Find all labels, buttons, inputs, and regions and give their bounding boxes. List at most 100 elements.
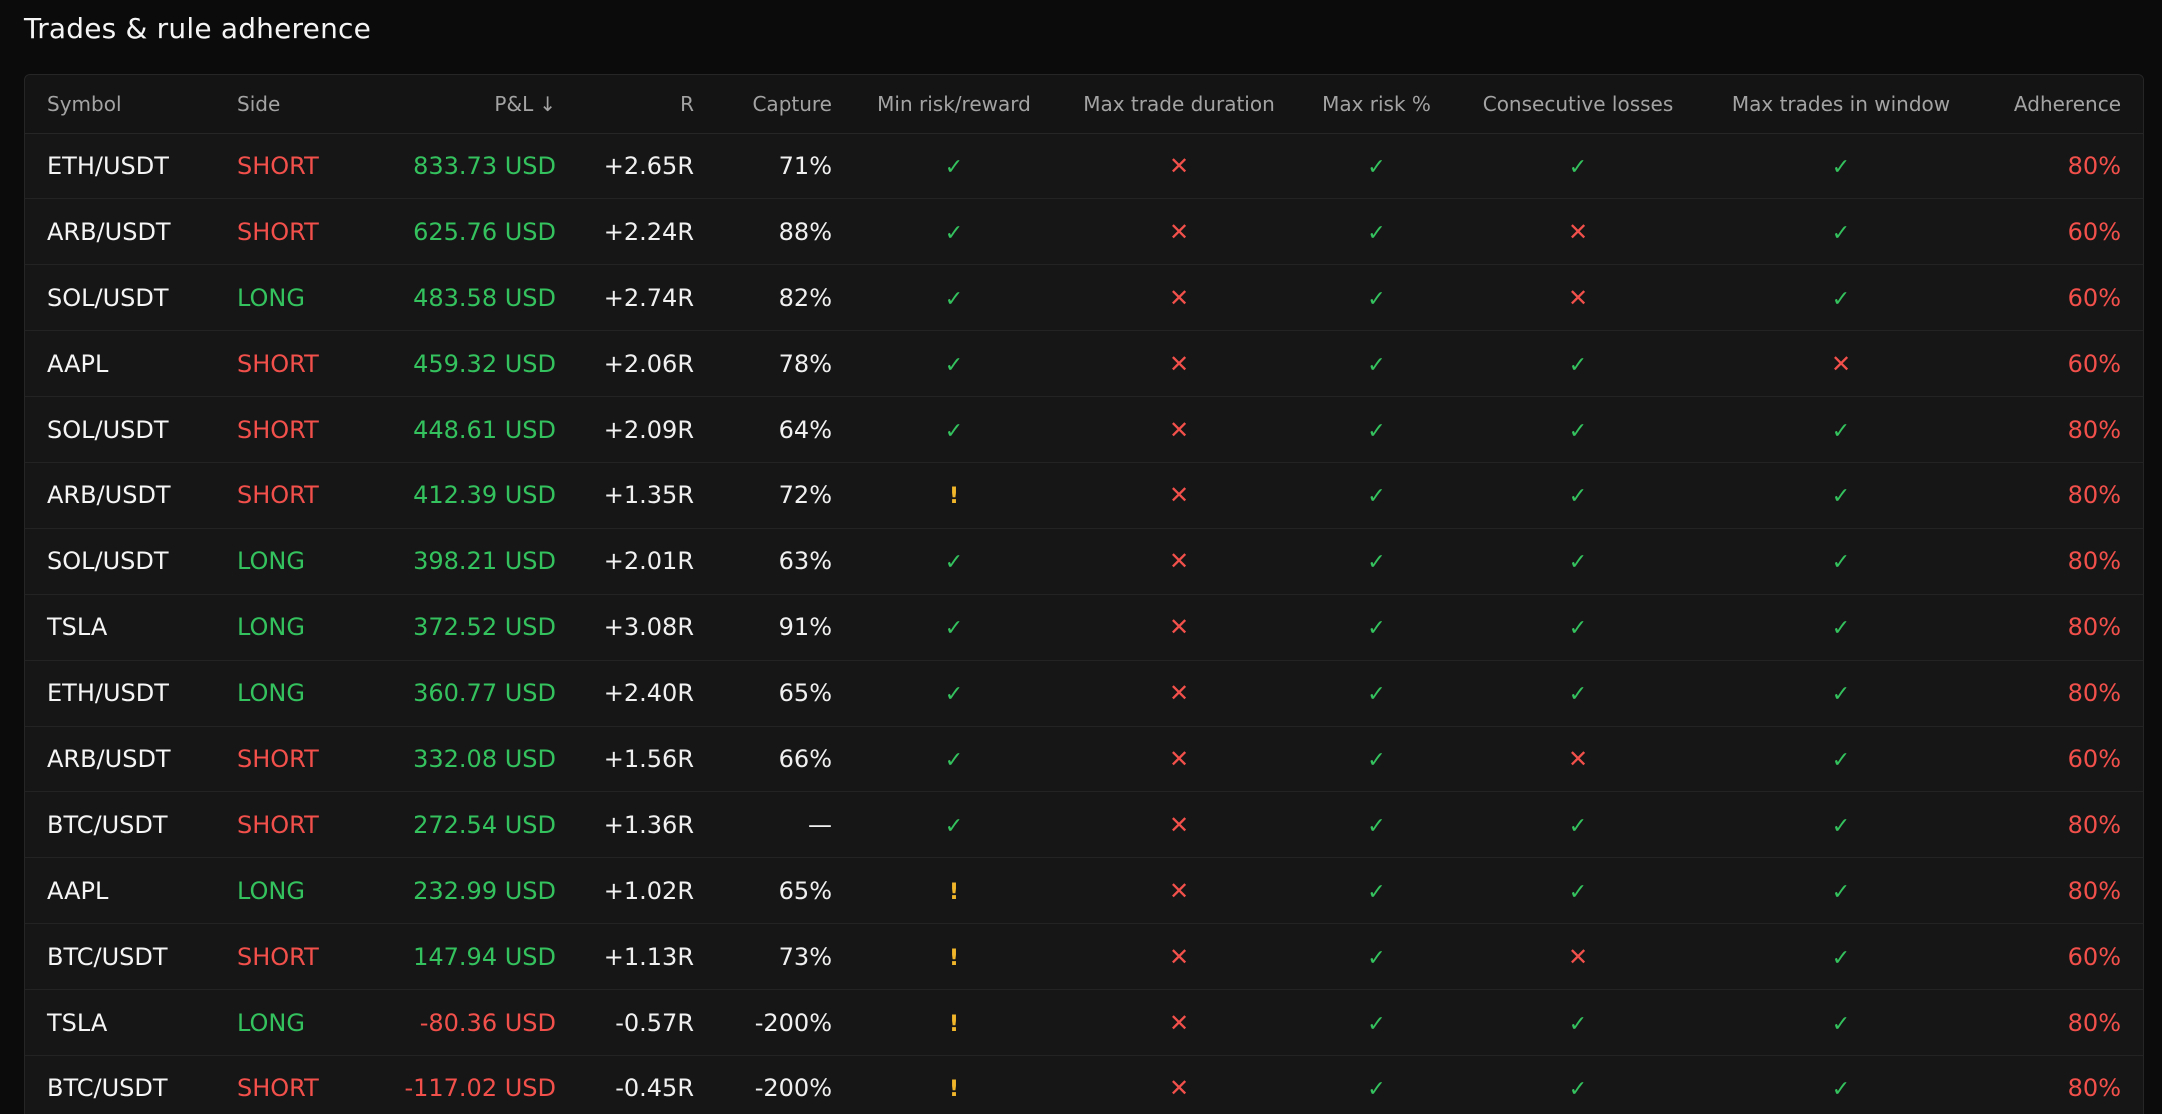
max-trades-in-window-cell: ✓	[1707, 594, 1975, 661]
pnl-cell: 332.08 USD	[365, 726, 578, 793]
r-multiple-cell: +1.35R	[578, 462, 716, 529]
column-header-side[interactable]: Side	[215, 75, 365, 134]
cross-icon: ✕	[1168, 942, 1190, 971]
column-header-min-risk-reward[interactable]: Min risk/reward	[854, 75, 1054, 134]
capture-value: 64%	[778, 415, 832, 444]
capture-value: 78%	[778, 349, 832, 378]
max-trades-in-window-cell: ✓	[1707, 726, 1975, 793]
r-multiple-value: +2.24R	[603, 217, 694, 246]
check-icon: ✓	[1831, 682, 1851, 708]
column-header-capture[interactable]: Capture	[716, 75, 854, 134]
check-icon: ✓	[1568, 550, 1588, 576]
r-multiple-cell: +2.74R	[578, 264, 716, 332]
check-icon: ✓	[944, 616, 964, 642]
table-row[interactable]: AAPL LONG 232.99 USD +1.02R 65%! ✕ ✓ ✓ ✓ 80%	[25, 857, 2143, 925]
pnl-value: 232.99 USD	[413, 876, 556, 905]
check-icon: ✓	[1367, 945, 1386, 971]
capture-cell: 66%	[716, 726, 854, 793]
symbol-value: SOL/USDT	[47, 415, 169, 444]
column-header-pnl[interactable]: P&L ↓	[365, 75, 578, 134]
side-value: LONG	[237, 283, 305, 312]
side-cell: SHORT	[215, 330, 365, 398]
max-trade-duration-cell: ✕	[1054, 133, 1304, 200]
table-row[interactable]: ETH/USDT LONG 360.77 USD +2.40R 65% ✓ ✕ ✓ ✓ ✓ 80%	[25, 660, 2143, 727]
capture-cell: 91%	[716, 594, 854, 661]
table-row[interactable]: SOL/USDT LONG 483.58 USD +2.74R 82% ✓ ✕ ✓ ✕ ✓ 60%	[25, 264, 2143, 332]
check-icon: ✓	[944, 747, 964, 773]
min-risk-reward-cell: ✓	[854, 660, 1054, 727]
side-value: SHORT	[237, 415, 319, 444]
warning-icon: !	[948, 879, 960, 905]
adherence-cell: 80%	[1975, 1055, 2143, 1114]
symbol-cell: TSLA	[25, 989, 215, 1056]
max-trade-duration-cell: ✕	[1054, 923, 1304, 991]
adherence-cell: 80%	[1975, 396, 2143, 463]
side-value: LONG	[237, 876, 305, 905]
r-multiple-cell: +1.13R	[578, 923, 716, 991]
max-risk-cell: ✓	[1304, 989, 1449, 1056]
symbol-cell: BTC/USDT	[25, 791, 215, 859]
column-header-max-risk[interactable]: Max risk %	[1304, 75, 1449, 134]
capture-cell: 73%	[716, 923, 854, 991]
max-risk-cell: ✓	[1304, 264, 1449, 332]
adherence-cell: 80%	[1975, 660, 2143, 727]
pnl-cell: 625.76 USD	[365, 198, 578, 266]
max-trades-in-window-cell: ✓	[1707, 660, 1975, 727]
table-row[interactable]: SOL/USDT LONG 398.21 USD +2.01R 63% ✓ ✕ ✓ ✓ ✓ 80%	[25, 528, 2143, 595]
max-trade-duration-cell: ✕	[1054, 726, 1304, 793]
adherence-cell: 60%	[1975, 923, 2143, 991]
max-trades-in-window-cell: ✓	[1707, 857, 1975, 925]
table-row[interactable]: ARB/USDT SHORT 332.08 USD +1.56R 66% ✓ ✕ ✓ ✕ ✓ 60%	[25, 726, 2143, 793]
symbol-cell: ARB/USDT	[25, 726, 215, 793]
side-cell: LONG	[215, 857, 365, 925]
max-risk-cell: ✓	[1304, 330, 1449, 398]
check-icon: ✓	[1831, 418, 1851, 444]
column-header-adherence[interactable]: Adherence	[1975, 75, 2143, 134]
adherence-value: 80%	[2067, 415, 2121, 444]
symbol-value: ARB/USDT	[47, 217, 171, 246]
table-row[interactable]: ETH/USDT SHORT 833.73 USD +2.65R 71% ✓ ✕ ✓ ✓ ✓ 80%	[25, 133, 2143, 200]
adherence-value: 80%	[2067, 679, 2121, 708]
min-risk-reward-cell: ✓	[854, 264, 1054, 332]
column-header-r[interactable]: R	[578, 75, 716, 134]
min-risk-reward-cell: ✓	[854, 594, 1054, 661]
consecutive-losses-cell: ✕	[1449, 923, 1707, 991]
column-header-consecutive-losses[interactable]: Consecutive losses	[1449, 75, 1707, 134]
consecutive-losses-cell: ✕	[1449, 726, 1707, 793]
table-row[interactable]: BTC/USDT SHORT 272.54 USD +1.36R — ✓ ✕ ✓ ✓ ✓ 80%	[25, 791, 2143, 859]
table-row[interactable]: SOL/USDT SHORT 448.61 USD +2.09R 64% ✓ ✕ ✓ ✓ ✓ 80%	[25, 396, 2143, 463]
min-risk-reward-cell: ✓	[854, 133, 1054, 200]
cross-icon: ✕	[1168, 481, 1190, 510]
table-row[interactable]: ARB/USDT SHORT 625.76 USD +2.24R 88% ✓ ✕ ✓ ✕ ✓ 60%	[25, 198, 2143, 266]
column-header-max-trades-in-window[interactable]: Max trades in window	[1707, 75, 1975, 134]
adherence-cell: 60%	[1975, 264, 2143, 332]
symbol-value: TSLA	[47, 613, 108, 642]
table-row[interactable]: BTC/USDT SHORT 147.94 USD +1.13R 73%! ✕ ✓ ✕ ✓ 60%	[25, 923, 2143, 991]
cross-icon: ✕	[1567, 942, 1589, 971]
max-trade-duration-cell: ✕	[1054, 989, 1304, 1056]
column-header-max-trade-duration[interactable]: Max trade duration	[1054, 75, 1304, 134]
table-row[interactable]: TSLA LONG -80.36 USD -0.57R -200%! ✕ ✓ ✓ ✓ 80%	[25, 989, 2143, 1056]
pnl-cell: 372.52 USD	[365, 594, 578, 661]
check-icon: ✓	[1367, 682, 1386, 708]
table-row[interactable]: TSLA LONG 372.52 USD +3.08R 91% ✓ ✕ ✓ ✓ ✓ 80%	[25, 594, 2143, 661]
table-row[interactable]: AAPL SHORT 459.32 USD +2.06R 78% ✓ ✕ ✓ ✓ ✕ 60%	[25, 330, 2143, 398]
min-risk-reward-cell: ✓	[854, 396, 1054, 463]
table-row[interactable]: ARB/USDT SHORT 412.39 USD +1.35R 72%! ✕ ✓ ✓ ✓ 80%	[25, 462, 2143, 529]
max-trades-in-window-cell: ✓	[1707, 989, 1975, 1056]
symbol-value: SOL/USDT	[47, 283, 169, 312]
capture-cell: 64%	[716, 396, 854, 463]
pnl-cell: 360.77 USD	[365, 660, 578, 727]
warning-icon: !	[948, 1077, 960, 1103]
symbol-cell: ARB/USDT	[25, 462, 215, 529]
max-trades-in-window-cell: ✓	[1707, 528, 1975, 595]
column-header-symbol[interactable]: Symbol	[25, 75, 215, 134]
r-multiple-cell: +2.40R	[578, 660, 716, 727]
check-icon: ✓	[1367, 616, 1386, 642]
check-icon: ✓	[1831, 813, 1851, 839]
max-trades-in-window-cell: ✓	[1707, 133, 1975, 200]
side-cell: SHORT	[215, 462, 365, 529]
table-row[interactable]: BTC/USDT SHORT -117.02 USD -0.45R -200%! ✕ ✓ ✓ ✓…	[25, 1055, 2143, 1114]
r-multiple-value: +2.40R	[603, 679, 694, 708]
max-trades-in-window-cell: ✓	[1707, 396, 1975, 463]
